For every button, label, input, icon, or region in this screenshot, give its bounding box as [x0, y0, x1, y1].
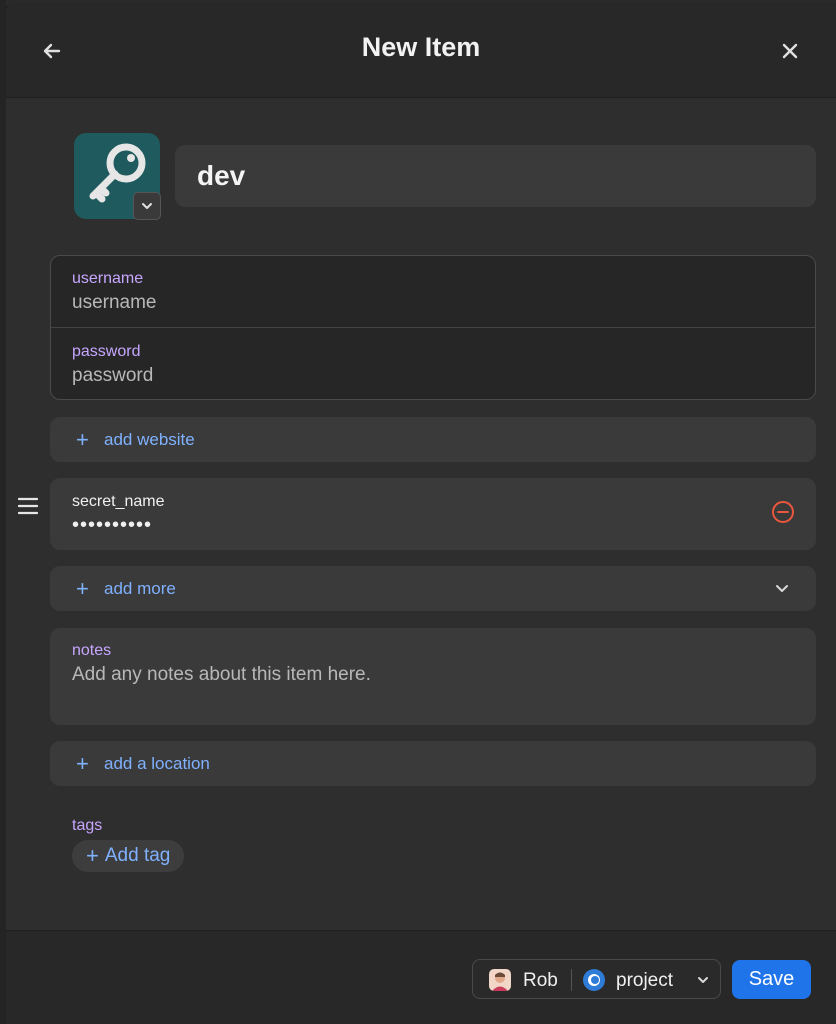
username-field[interactable]: username username — [51, 256, 815, 328]
add-more-label: add more — [104, 578, 176, 598]
minus-circle-icon — [772, 501, 794, 523]
close-button[interactable] — [772, 36, 808, 66]
dialog-title: New Item — [361, 32, 481, 62]
add-website-label: add website — [104, 429, 195, 449]
password-label: password — [72, 343, 141, 360]
add-website-button[interactable]: + add website — [50, 417, 816, 462]
plus-icon: + — [86, 843, 99, 868]
hamburger-icon — [17, 497, 39, 515]
vault-name: project — [616, 970, 674, 991]
new-item-dialog: New Item dev username username password … — [6, 2, 836, 1024]
chevron-down-icon — [142, 203, 152, 209]
dialog-footer: Rob project Save — [6, 930, 836, 1024]
credentials-card: username username password password — [50, 255, 816, 400]
add-tag-label: Add tag — [104, 845, 171, 866]
save-button[interactable]: Save — [732, 960, 811, 999]
chat-bubble-icon — [588, 974, 600, 986]
notes-field[interactable]: notes Add any notes about this item here… — [50, 628, 816, 725]
username-label: username — [72, 270, 144, 287]
plus-icon: + — [76, 426, 89, 452]
picker-divider — [571, 969, 572, 991]
username-input[interactable]: username — [72, 292, 157, 314]
close-icon — [782, 43, 798, 59]
notes-label: notes — [72, 642, 112, 659]
notes-input[interactable]: Add any notes about this item here. — [72, 664, 371, 686]
custom-field-label[interactable]: secret_name — [72, 493, 165, 511]
icon-picker-dropdown[interactable] — [133, 192, 161, 220]
tags-label: tags — [72, 817, 103, 834]
chevron-down-icon — [698, 977, 708, 983]
custom-field-value[interactable]: •••••••••• — [72, 514, 152, 537]
vault-picker[interactable]: Rob project — [472, 959, 721, 999]
plus-icon: + — [76, 750, 89, 776]
dialog-header: New Item — [6, 2, 836, 98]
plus-icon: + — [76, 575, 89, 601]
item-name-input[interactable]: dev — [175, 145, 816, 207]
custom-field-card[interactable]: secret_name •••••••••• — [50, 478, 816, 550]
owner-name: Rob — [523, 970, 558, 991]
remove-field-button[interactable] — [770, 499, 796, 525]
add-more-button[interactable]: + add more — [50, 566, 816, 611]
add-tag-button[interactable]: + Add tag — [72, 840, 185, 872]
avatar — [489, 969, 511, 991]
add-location-button[interactable]: + add a location — [50, 741, 816, 786]
person-icon — [492, 972, 508, 991]
password-input[interactable]: password — [72, 365, 153, 387]
password-field[interactable]: password password — [51, 329, 815, 399]
add-location-label: add a location — [104, 753, 210, 773]
drag-handle[interactable] — [17, 496, 39, 516]
chevron-down-icon — [776, 585, 788, 592]
vault-icon — [583, 969, 605, 991]
